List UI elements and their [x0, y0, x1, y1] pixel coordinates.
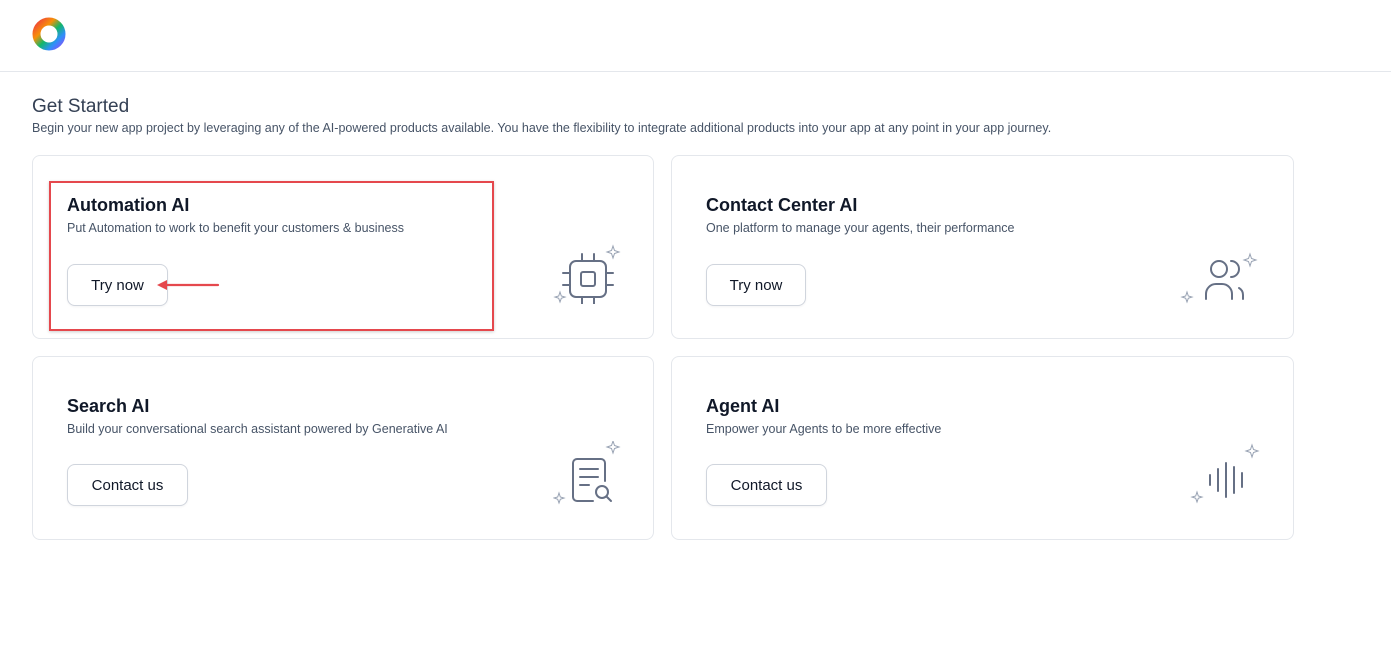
- card-description: One platform to manage your agents, thei…: [706, 221, 1015, 235]
- card-description: Put Automation to work to benefit your c…: [67, 221, 404, 235]
- card-agent-ai[interactable]: Agent AI Empower your Agents to be more …: [671, 356, 1294, 540]
- contact-us-button[interactable]: Contact us: [706, 464, 827, 506]
- annotation-arrow-icon: [157, 280, 220, 290]
- card-title: Agent AI: [706, 396, 780, 416]
- page-title: Get Started: [32, 96, 130, 117]
- card-description: Empower your Agents to be more effective: [706, 422, 942, 436]
- page-subtitle: Begin your new app project by leveraging…: [32, 121, 1052, 135]
- card-title: Contact Center AI: [706, 195, 858, 215]
- card-description: Build your conversational search assista…: [67, 422, 448, 436]
- top-bar: [0, 0, 1391, 72]
- card-title: Automation AI: [67, 195, 190, 215]
- try-now-button[interactable]: Try now: [67, 264, 168, 306]
- try-now-button[interactable]: Try now: [706, 264, 806, 306]
- card-automation-ai[interactable]: Automation AI Put Automation to work to …: [32, 155, 654, 339]
- document-search-icon: [553, 441, 621, 505]
- chip-icon: [553, 244, 621, 304]
- card-title: Search AI: [67, 396, 150, 416]
- logo-icon[interactable]: [32, 17, 66, 51]
- card-contact-center-ai[interactable]: Contact Center AI One platform to manage…: [671, 155, 1294, 339]
- sound-wave-icon: [1190, 443, 1260, 504]
- card-search-ai[interactable]: Search AI Build your conversational sear…: [32, 356, 654, 540]
- contact-us-button[interactable]: Contact us: [67, 464, 188, 506]
- users-icon: [1180, 252, 1258, 304]
